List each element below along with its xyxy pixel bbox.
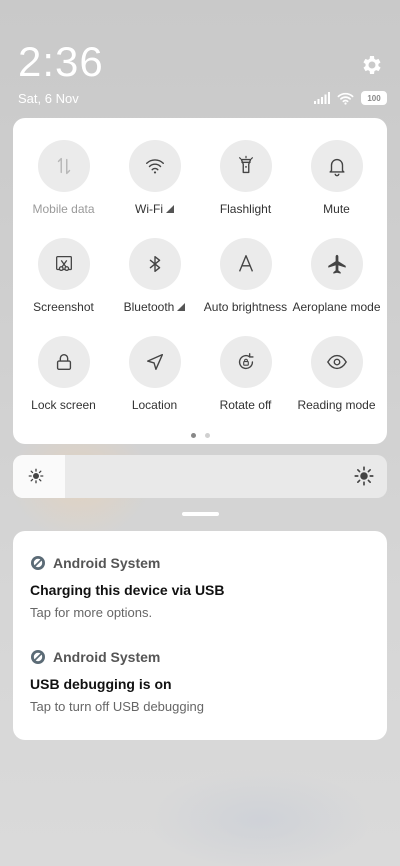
tile-mute[interactable]: Mute [291,140,382,223]
tile-label: Wi-Fi [135,202,163,216]
tile-label-bluetooth: Bluetooth [124,300,186,314]
expand-triangle-icon[interactable] [177,303,186,311]
brightness-low-icon [28,468,44,484]
tile-aeroplane-mode[interactable]: Aeroplane mode [291,238,382,321]
tile-label: Mobile data [32,202,95,216]
tile-auto-brightness[interactable]: Auto brightness [200,238,291,321]
battery-icon: 100 [361,91,387,105]
tile-rotate-off[interactable]: Rotate off [200,336,291,419]
expand-triangle-icon[interactable] [165,205,174,213]
wifi-icon [337,92,354,105]
notification-title: USB debugging is on [30,676,172,692]
tile-label: Location [131,398,178,412]
notification-usb-charging[interactable]: Android System Charging this device via … [30,555,370,620]
page-dot[interactable] [204,433,210,438]
status-icons: 100 [314,90,387,106]
bell-icon[interactable] [310,140,363,192]
notification-text: Tap for more options. [30,605,153,620]
tile-screenshot[interactable]: Screenshot [18,238,109,321]
page-dot-active[interactable] [190,433,196,438]
tile-label: Lock screen [31,398,96,412]
notification-app-name: Android System [53,649,161,665]
tile-flashlight[interactable]: Flashlight [200,140,291,223]
drag-handle[interactable] [182,512,219,516]
android-system-icon [31,556,45,570]
brightness-high-icon [354,466,374,486]
tile-label: Flashlight [219,202,272,216]
notification-card: Android System Charging this device via … [13,531,387,740]
rotate-lock-icon[interactable] [219,336,272,388]
tile-wifi[interactable]: Wi-Fi [109,140,200,223]
wifi-icon[interactable] [128,140,181,192]
notification-app-name: Android System [53,555,161,571]
tile-mobile-data[interactable]: Mobile data [18,140,109,223]
flashlight-icon[interactable] [219,140,272,192]
tile-label: Mute [323,202,350,216]
tile-label: Reading mode [297,398,376,412]
tile-label-wifi: Wi-Fi [135,202,174,216]
clock[interactable]: 2:36 [18,38,104,86]
signal-icon [314,92,330,104]
tile-label: Rotate off [219,398,272,412]
bluetooth-icon[interactable] [128,238,181,290]
auto-brightness-icon[interactable] [219,238,272,290]
tile-location[interactable]: Location [109,336,200,419]
notification-header: Android System [30,649,370,665]
notification-title: Charging this device via USB [30,582,225,598]
airplane-icon[interactable] [310,238,363,290]
tile-reading-mode[interactable]: Reading mode [291,336,382,419]
tile-bluetooth[interactable]: Bluetooth [109,238,200,321]
tile-label: Screenshot [33,300,94,314]
location-icon[interactable] [128,336,181,388]
eye-icon[interactable] [310,336,363,388]
notification-header: Android System [30,555,370,571]
tile-label: Auto brightness [203,300,288,314]
settings-gear-icon[interactable] [360,53,384,77]
status-header: 2:36 Sat, 6 Nov 100 [0,0,400,110]
date[interactable]: Sat, 6 Nov [18,91,79,106]
tile-label: Aeroplane mode [292,300,381,314]
tile-label: Bluetooth [123,300,175,314]
page-indicator [13,433,387,438]
lock-icon[interactable] [37,336,90,388]
brightness-slider[interactable] [13,455,387,498]
mobile-data-icon[interactable] [37,140,90,192]
tile-lock-screen[interactable]: Lock screen [18,336,109,419]
quick-settings-panel: Mobile data Wi-Fi Flashlight Mute Screen… [13,118,387,444]
screenshot-icon[interactable] [37,238,90,290]
android-system-icon [31,650,45,664]
notification-text: Tap to turn off USB debugging [30,699,204,714]
notification-usb-debugging[interactable]: Android System USB debugging is on Tap t… [30,649,370,714]
quick-settings-grid: Mobile data Wi-Fi Flashlight Mute Screen… [13,140,387,419]
